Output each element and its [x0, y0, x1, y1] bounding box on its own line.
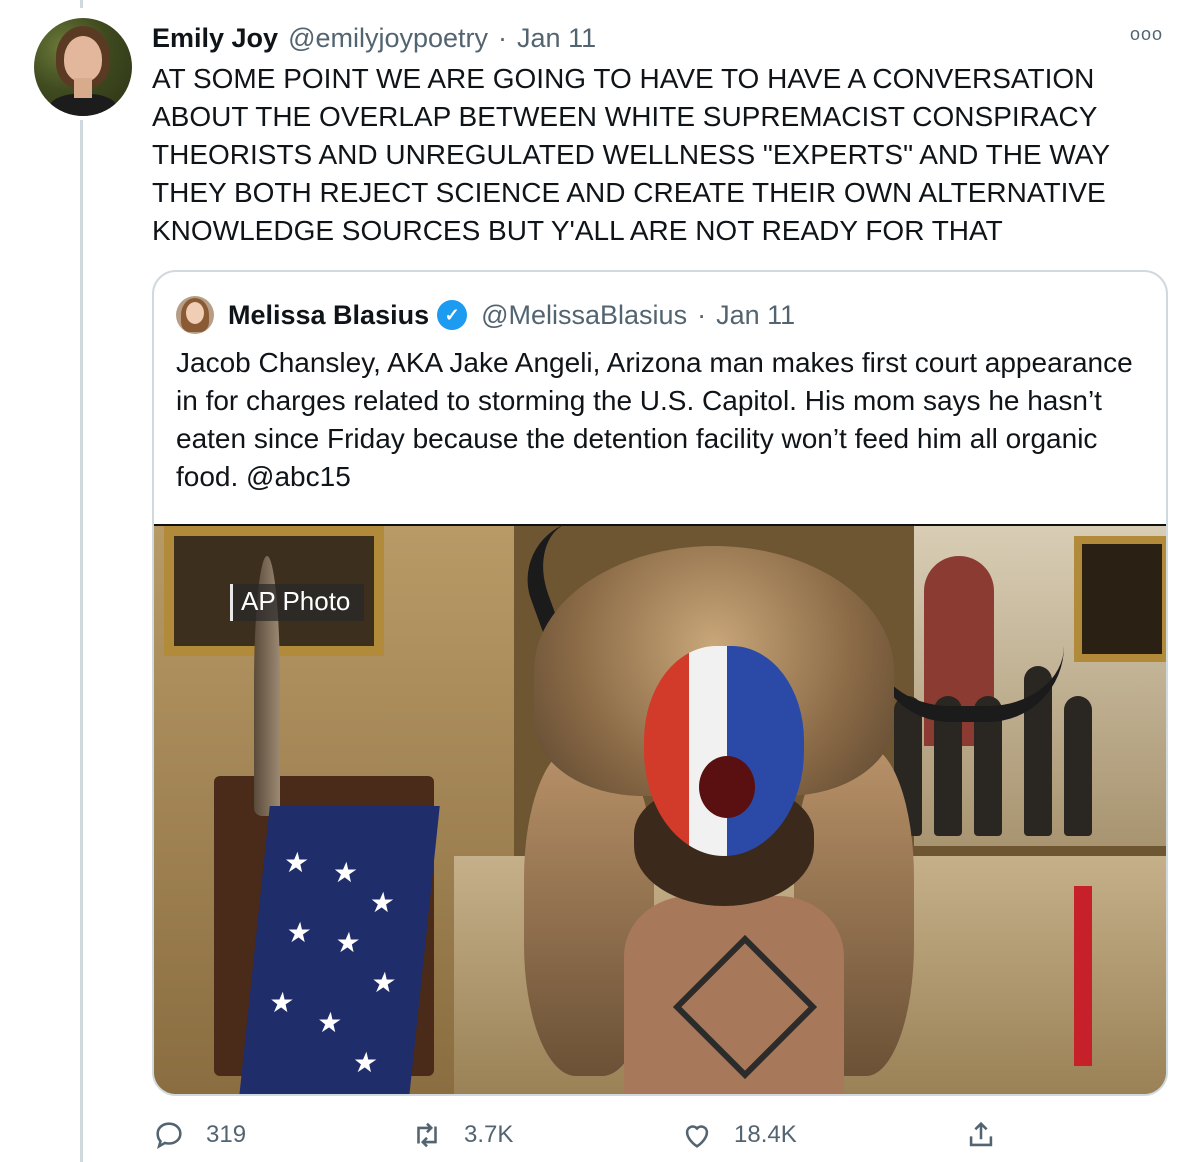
like-button[interactable]: 18.4K — [680, 1112, 797, 1158]
quote-header: Melissa Blasius ✓ @MelissaBlasius · Jan … — [176, 296, 795, 334]
retweet-button[interactable]: 3.7K — [410, 1112, 513, 1158]
quote-text: Jacob Chansley, AKA Jake Angeli, Arizona… — [176, 347, 1133, 492]
author-handle[interactable]: @emilyjoypoetry — [288, 23, 488, 54]
tweet-actions: 319 3.7K 18.4K — [152, 1112, 1168, 1158]
more-options-icon[interactable]: ooo — [1130, 24, 1163, 45]
retweet-count: 3.7K — [464, 1121, 514, 1148]
quote-date[interactable]: Jan 11 — [716, 300, 795, 331]
header-separator: · — [498, 22, 508, 53]
quote-author-handle[interactable]: @MelissaBlasius — [481, 300, 687, 331]
like-count: 18.4K — [734, 1121, 797, 1148]
flag-image: ★ ★ ★ ★ ★ ★ ★ ★ ★ — [238, 806, 440, 1094]
tweet-header: Emily Joy @emilyjoypoetry · Jan 11 — [152, 18, 596, 58]
author-avatar[interactable] — [34, 18, 132, 116]
thread-line-top — [80, 0, 83, 8]
quote-separator: · — [697, 299, 707, 330]
quote-author-avatar[interactable] — [176, 296, 214, 334]
quoted-tweet[interactable]: Melissa Blasius ✓ @MelissaBlasius · Jan … — [152, 270, 1168, 1096]
reply-button[interactable]: 319 — [152, 1112, 246, 1158]
author-name[interactable]: Emily Joy — [152, 23, 278, 54]
verified-icon: ✓ — [437, 300, 468, 330]
quote-photo[interactable]: ★ ★ ★ ★ ★ ★ ★ ★ ★ AP Photo — [154, 524, 1166, 1094]
thread-line — [80, 120, 83, 1162]
reply-icon — [156, 1122, 182, 1150]
share-icon — [969, 1121, 993, 1147]
tweet-date[interactable]: Jan 11 — [517, 23, 596, 54]
share-button[interactable] — [964, 1112, 1018, 1158]
quote-author-name[interactable]: Melissa Blasius — [228, 300, 429, 331]
tweet-text: AT SOME POINT WE ARE GOING TO HAVE TO HA… — [152, 63, 1110, 246]
heart-icon — [685, 1125, 709, 1148]
reply-count: 319 — [206, 1121, 247, 1148]
retweet-icon — [417, 1122, 437, 1148]
photo-watermark: AP Photo — [230, 584, 365, 621]
